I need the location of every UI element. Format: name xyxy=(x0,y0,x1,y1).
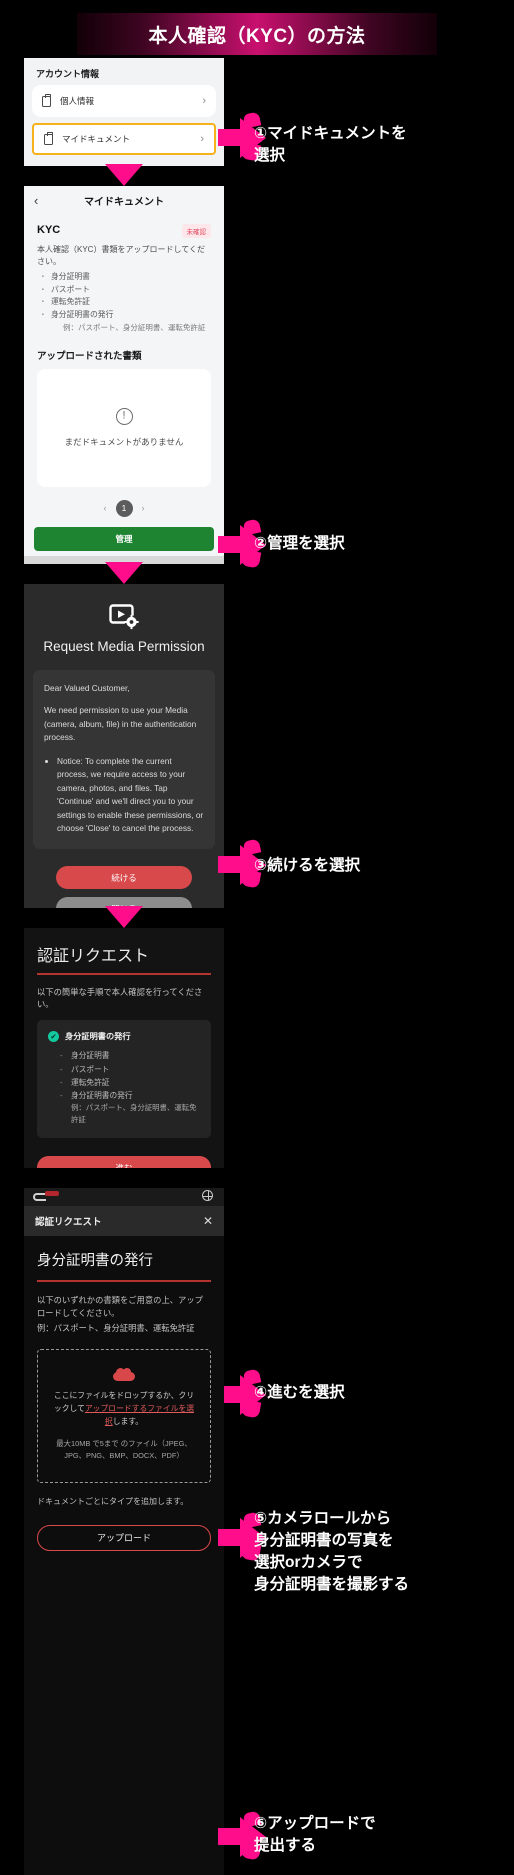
callout-5: ⑤カメラロールから 身分証明書の写真を 選択orカメラで 身分証明書を撮影する xyxy=(254,1510,410,1593)
list-item: 身分証明書の発行 xyxy=(60,1089,200,1102)
document-type-note: ドキュメントごとにタイプを追加します。 xyxy=(37,1496,189,1506)
permission-actions: 続ける 閉じる xyxy=(24,849,224,908)
chevron-right-icon: › xyxy=(200,133,204,145)
permission-paragraph: We need permission to use your Media (ca… xyxy=(44,705,197,743)
uploaded-docs-heading: アップロードされた書類 xyxy=(37,350,142,362)
document-icon xyxy=(44,132,53,145)
list-item: 身分証明書の発行 xyxy=(37,309,211,322)
panel-my-document: ‹ マイドキュメント KYC 未確認 本人確認（KYC）書類をアップロードしてく… xyxy=(24,186,224,564)
check-circle-icon: ✔ xyxy=(48,1030,59,1042)
heading-divider xyxy=(37,1280,211,1282)
modal-header: 認証リクエスト ✕ xyxy=(24,1206,224,1236)
list-item: パスポート xyxy=(37,284,211,297)
kyc-doc-example: 例：パスポート、身分証明書、運転免許証 xyxy=(63,322,206,332)
panel-media-permission: Request Media Permission Dear Valued Cus… xyxy=(24,584,224,908)
pagination: ‹ 1 › xyxy=(24,499,224,517)
sidebar-item-my-document[interactable]: マイドキュメント › xyxy=(32,123,216,155)
modal-title: 認証リクエスト xyxy=(35,1217,102,1228)
media-permission-icon xyxy=(109,604,139,630)
empty-documents-card: まだドキュメントがありません xyxy=(37,368,211,487)
pagination-page-1[interactable]: 1 xyxy=(115,499,133,517)
media-permission-card: Dear Valued Customer, We need permission… xyxy=(33,670,215,850)
kyc-guide-page: 本人確認（KYC）の方法 アカウント情報 個人情報 › マイドキュメント › ①… xyxy=(0,0,514,1875)
page-title: 本人確認（KYC）の方法 xyxy=(148,25,366,47)
kyc-section: KYC 未確認 本人確認（KYC）書類をアップロードしてください。 身分証明書 … xyxy=(24,214,224,334)
callout-3: ③続けるを選択 xyxy=(254,857,361,874)
upload-description-line2: 例：パスポート、身分証明書、運転免許証 xyxy=(37,1323,195,1334)
callout-1: ①マイドキュメントを 選択 xyxy=(254,125,407,164)
upload-heading: 身分証明書の発行 xyxy=(37,1253,153,1269)
dropzone-instructions: ここにファイルをドロップするか、クリックしてアップロードするファイルを選択します… xyxy=(52,1390,196,1429)
upload-description-line1: 以下のいずれかの書類をご用意の上、アップロードしてください。 xyxy=(37,1294,203,1318)
personal-info-label: 個人情報 xyxy=(60,96,95,106)
file-dropzone[interactable]: ここにファイルをドロップするか、クリックしてアップロードするファイルを選択します… xyxy=(37,1349,211,1483)
list-item: 運転免許証 xyxy=(60,1076,200,1089)
continue-button[interactable]: 続ける xyxy=(56,866,192,890)
dropzone-text-after: します。 xyxy=(112,1417,144,1427)
pagination-next[interactable]: › xyxy=(142,503,145,513)
modal-body: 身分証明書の発行 以下のいずれかの書類をご用意の上、アップロードしてください。 … xyxy=(24,1236,224,1551)
panel-upload-modal: 認証リクエスト ✕ 身分証明書の発行 以下のいずれかの書類をご用意の上、アップロ… xyxy=(24,1188,224,1875)
flow-arrow-2 xyxy=(105,562,143,584)
page-title-banner: 本人確認（KYC）の方法 xyxy=(77,13,437,55)
globe-icon[interactable] xyxy=(202,1190,213,1201)
id-issuance-list: 身分証明書 パスポート 運転免許証 身分証明書の発行 xyxy=(48,1049,200,1102)
panel-auth-request: 認証リクエスト 以下の簡単な手順で本人確認を行ってください。 ✔ 身分証明書の発… xyxy=(24,928,224,1168)
id-issuance-card[interactable]: ✔ 身分証明書の発行 身分証明書 パスポート 運転免許証 身分証明書の発行 例：… xyxy=(37,1020,211,1138)
callout-6: ⑥アップロードで 提出する xyxy=(254,1815,376,1854)
flow-arrow-1 xyxy=(105,164,143,186)
list-item: Notice: To complete the current process,… xyxy=(57,755,204,836)
permission-greeting: Dear Valued Customer, xyxy=(44,683,130,693)
exclamation-circle-icon xyxy=(115,407,133,425)
empty-documents-text: まだドキュメントがありません xyxy=(64,436,184,447)
my-document-navbar: ‹ マイドキュメント xyxy=(24,186,224,214)
my-document-title: マイドキュメント xyxy=(84,196,164,208)
list-item: 身分証明書 xyxy=(37,271,211,284)
callout-4: ④進むを選択 xyxy=(254,1384,345,1401)
id-issuance-title: 身分証明書の発行 xyxy=(65,1032,131,1042)
flow-arrow-3 xyxy=(105,906,143,928)
permission-notice-list: Notice: To complete the current process,… xyxy=(44,755,204,836)
dropzone-note: 最大10MB で5まで のファイル（JPEG、JPG、PNG、BMP、DOCX、… xyxy=(56,1438,192,1460)
chevron-right-icon: › xyxy=(202,95,206,107)
app-top-bar xyxy=(24,1188,224,1206)
list-item: 運転免許証 xyxy=(37,296,211,309)
kyc-description: 本人確認（KYC）書類をアップロードしてください。 xyxy=(37,245,205,266)
manage-button[interactable]: 管理 xyxy=(34,526,214,551)
auth-request-title: 認証リクエスト xyxy=(37,948,150,965)
cloud-upload-icon xyxy=(113,1368,135,1382)
sidebar-item-personal-info[interactable]: 個人情報 › xyxy=(32,85,216,117)
my-document-label: マイドキュメント xyxy=(62,134,131,144)
close-icon[interactable]: ✕ xyxy=(203,1214,213,1228)
proceed-button[interactable]: 進む xyxy=(37,1156,211,1168)
status-badge: 未確認 xyxy=(181,224,211,238)
pagination-prev[interactable]: ‹ xyxy=(104,503,107,513)
auth-request-description: 以下の簡単な手順で本人確認を行ってください。 xyxy=(37,986,203,1009)
brand-logo xyxy=(33,1191,59,1202)
media-permission-title: Request Media Permission xyxy=(43,639,205,654)
id-issuance-example: 例：パスポート、身分証明書、運転免許証 xyxy=(71,1103,197,1125)
upload-button[interactable]: アップロード xyxy=(37,1524,211,1551)
list-item: 身分証明書 xyxy=(60,1049,200,1062)
callout-2: ②管理を選択 xyxy=(254,535,345,552)
chevron-left-icon[interactable]: ‹ xyxy=(34,193,38,208)
list-item: パスポート xyxy=(60,1063,200,1076)
kyc-doc-type-list: 身分証明書 パスポート 運転免許証 身分証明書の発行 xyxy=(37,271,211,322)
account-info-heading: アカウント情報 xyxy=(36,69,100,79)
clipboard-icon xyxy=(42,94,51,107)
panel-account-info: アカウント情報 個人情報 › マイドキュメント › xyxy=(24,58,224,166)
